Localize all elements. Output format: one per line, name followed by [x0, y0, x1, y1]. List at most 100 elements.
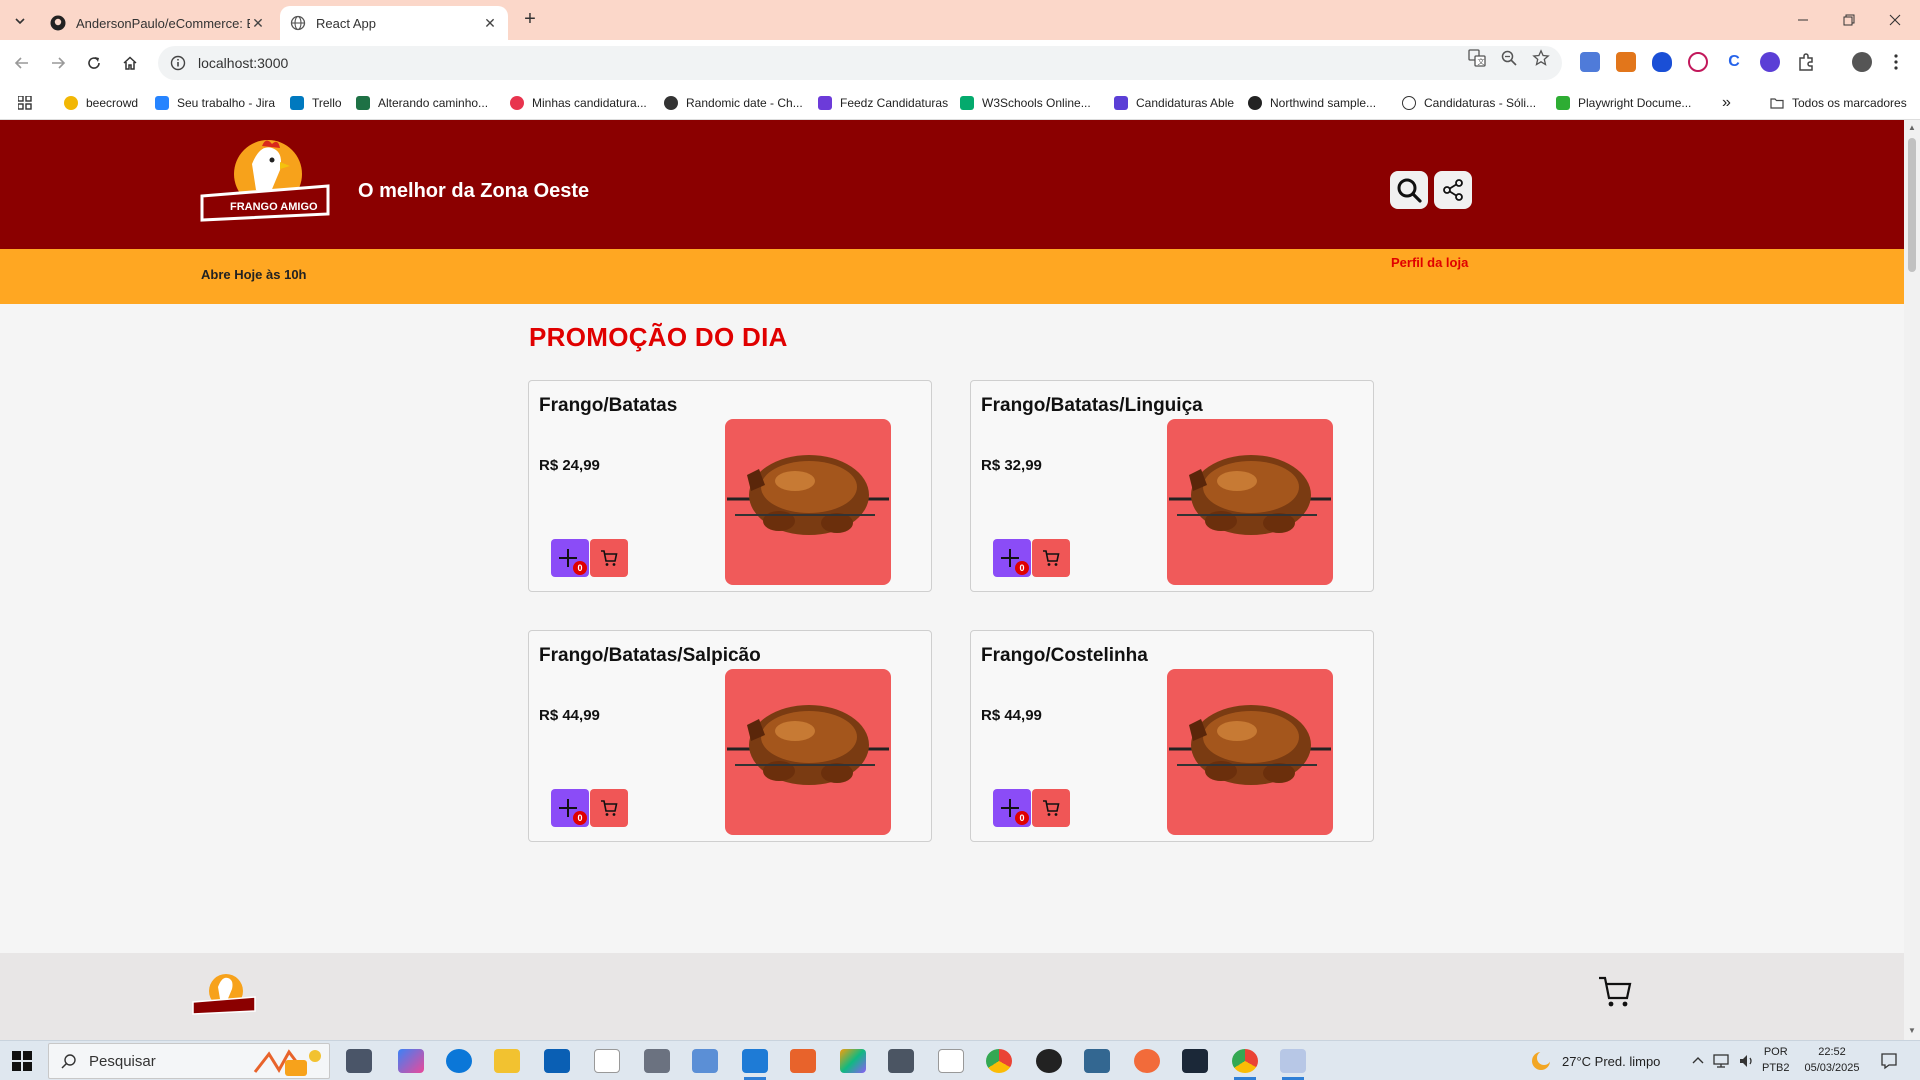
more-vert-icon[interactable]: [1886, 52, 1906, 72]
vscode-icon[interactable]: [742, 1049, 768, 1080]
add-to-cart-button[interactable]: [590, 539, 628, 577]
add-to-cart-button[interactable]: [1032, 539, 1070, 577]
taskbar-clock[interactable]: 22:52 05/03/2025: [1800, 1044, 1864, 1076]
bookmark-w3schools[interactable]: W3Schools Online...: [960, 94, 1091, 112]
postgresql-icon[interactable]: [1084, 1049, 1110, 1073]
bookmark-trello[interactable]: Trello: [290, 94, 342, 112]
footer-logo[interactable]: [192, 971, 256, 1019]
weather-widget[interactable]: 27°C Pred. limpo: [1530, 1041, 1660, 1080]
app-icon[interactable]: [1036, 1049, 1062, 1073]
address-bar[interactable]: localhost:3000: [158, 46, 1562, 80]
c-extension-icon[interactable]: C: [1724, 52, 1744, 72]
add-quantity-button[interactable]: 0: [551, 789, 589, 827]
translate-icon[interactable]: 文: [1468, 49, 1486, 67]
puzzle-icon[interactable]: [1796, 52, 1816, 72]
steam-icon[interactable]: [1182, 1049, 1208, 1073]
bookmark-randomic-date[interactable]: Randomic date - Ch...: [664, 94, 803, 112]
chrome-icon[interactable]: [1232, 1049, 1258, 1080]
feedz-icon: [818, 96, 832, 110]
notification-icon[interactable]: [1880, 1052, 1898, 1070]
arrow-right-icon: [52, 57, 66, 69]
quantity-badge: 0: [1015, 561, 1029, 575]
clock-date: 05/03/2025: [1804, 1062, 1860, 1074]
app-icon[interactable]: [692, 1049, 718, 1073]
shield-extension-icon[interactable]: [1652, 52, 1672, 72]
metamask-extension-icon[interactable]: [1616, 52, 1636, 72]
bookmark-playwright[interactable]: Playwright Docume...: [1556, 94, 1691, 112]
close-tab-icon[interactable]: ✕: [250, 15, 266, 31]
language-code: POR: [1763, 1046, 1788, 1058]
search-button[interactable]: [1390, 171, 1428, 209]
bookmark-alterando[interactable]: Alterando caminho...: [356, 94, 488, 112]
minimize-button[interactable]: [1780, 0, 1826, 40]
notepad-icon[interactable]: [594, 1049, 620, 1073]
store-profile-link[interactable]: Perfil da loja: [1391, 255, 1468, 270]
profile-avatar[interactable]: [1852, 52, 1872, 72]
document-icon[interactable]: [938, 1049, 964, 1073]
store-logo[interactable]: FRANGO AMIGO: [200, 134, 330, 234]
gupy-icon: [510, 96, 524, 110]
app-icon[interactable]: [840, 1049, 866, 1073]
app-icon[interactable]: [790, 1049, 816, 1073]
add-to-cart-button[interactable]: [1032, 789, 1070, 827]
product-image: [725, 669, 891, 835]
block-extension-icon[interactable]: [1688, 52, 1708, 72]
windows-start-icon[interactable]: [12, 1051, 32, 1071]
cart-icon[interactable]: [1598, 975, 1632, 1009]
file-explorer-icon[interactable]: [494, 1049, 520, 1073]
bookmark-able[interactable]: Candidaturas Able: [1114, 94, 1234, 112]
tab-search-button[interactable]: [8, 9, 32, 33]
scroll-up-icon[interactable]: ▲: [1907, 123, 1917, 133]
product-price: R$ 32,99: [981, 457, 1042, 474]
bookmark-minhas-candidaturas[interactable]: Minhas candidatura...: [510, 94, 647, 112]
site-info-icon[interactable]: [170, 55, 186, 71]
outlook-icon[interactable]: [544, 1049, 570, 1073]
add-quantity-button[interactable]: 0: [993, 539, 1031, 577]
zoom-icon[interactable]: [1500, 49, 1518, 67]
app-icon[interactable]: [1280, 1049, 1306, 1080]
product-price: R$ 24,99: [539, 457, 600, 474]
all-bookmarks-folder[interactable]: Todos os marcadores: [1770, 94, 1907, 112]
forward-button[interactable]: [46, 51, 70, 75]
add-to-cart-button[interactable]: [590, 789, 628, 827]
add-quantity-button[interactable]: 0: [993, 789, 1031, 827]
calculator-icon[interactable]: [888, 1049, 914, 1073]
bookmark-northwind[interactable]: Northwind sample...: [1248, 94, 1376, 112]
star-icon[interactable]: [1532, 49, 1550, 67]
bookmark-feedz[interactable]: Feedz Candidaturas: [818, 94, 948, 112]
tab-react-app[interactable]: React App ✕: [280, 6, 508, 40]
back-button[interactable]: [10, 51, 34, 75]
reload-button[interactable]: [82, 51, 106, 75]
scroll-down-icon[interactable]: ▼: [1907, 1026, 1917, 1036]
scrollbar-thumb[interactable]: [1908, 138, 1916, 272]
store-info-bar: Abre Hoje às 10h Perfil da loja: [0, 249, 1904, 304]
app-icon[interactable]: [644, 1049, 670, 1073]
postman-icon[interactable]: [1134, 1049, 1160, 1073]
close-window-button[interactable]: [1872, 0, 1918, 40]
purple-extension-icon[interactable]: [1760, 52, 1780, 72]
language-indicator[interactable]: POR PTB2: [1762, 1044, 1790, 1076]
share-button[interactable]: [1434, 171, 1472, 209]
volume-icon[interactable]: [1738, 1053, 1756, 1069]
chrome-icon[interactable]: [986, 1049, 1012, 1073]
network-icon[interactable]: [1712, 1053, 1730, 1069]
copilot-icon[interactable]: [398, 1049, 424, 1073]
bookmark-beecrowd[interactable]: beecrowd: [64, 94, 138, 112]
new-tab-button[interactable]: +: [518, 8, 542, 32]
restore-button[interactable]: [1826, 0, 1872, 40]
task-view-icon[interactable]: [346, 1049, 372, 1073]
chevron-up-icon[interactable]: [1692, 1055, 1704, 1067]
bookmarks-overflow-button[interactable]: »: [1722, 94, 1731, 112]
apps-grid-icon[interactable]: [18, 96, 32, 110]
edge-icon[interactable]: [446, 1049, 472, 1073]
add-quantity-button[interactable]: 0: [551, 539, 589, 577]
page-scrollbar[interactable]: ▲ ▼: [1904, 120, 1920, 1040]
tab-github[interactable]: AndersonPaulo/eCommerce: EC ✕: [40, 6, 276, 40]
taskbar-search[interactable]: Pesquisar: [48, 1043, 330, 1079]
store-slogan: O melhor da Zona Oeste: [358, 180, 590, 202]
bookmark-solides[interactable]: Candidaturas - Sóli...: [1402, 94, 1536, 112]
home-button[interactable]: [118, 51, 142, 75]
translate-extension-icon[interactable]: [1580, 52, 1600, 72]
bookmark-jira[interactable]: Seu trabalho - Jira: [155, 94, 275, 112]
close-tab-icon[interactable]: ✕: [482, 15, 498, 31]
